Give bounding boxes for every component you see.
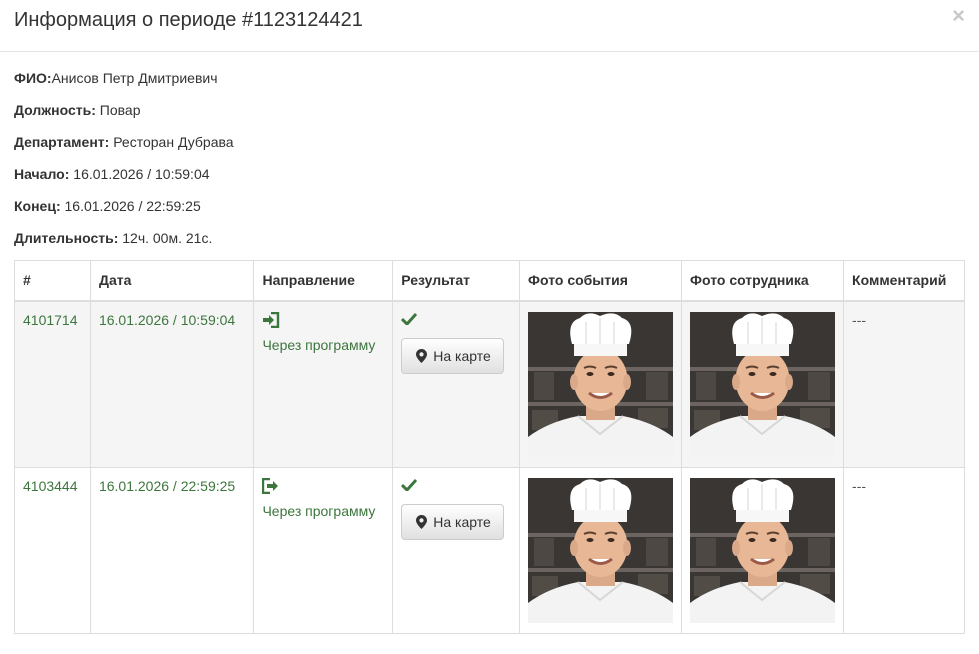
column-header-comment: Комментарий — [843, 260, 965, 302]
fio-row: ФИО:Анисов Петр Дмитриевич — [14, 70, 234, 102]
employee-photo[interactable] — [690, 312, 835, 457]
direction-cell: Через программу — [253, 300, 394, 468]
modal-title: Информация о периоде #1123124421 — [14, 9, 363, 31]
end-row: Конец: 16.01.2026 / 22:59:25 — [14, 198, 234, 230]
table-row: 4101714 16.01.2026 / 10:59:04 Через прог… — [14, 300, 965, 468]
event-id: 4103444 — [14, 466, 91, 634]
duration-label: Длительность: — [14, 230, 119, 246]
position-row: Должность: Повар — [14, 102, 234, 134]
column-header-direction: Направление — [253, 260, 394, 302]
start-value: 16.01.2026 / 10:59:04 — [73, 166, 210, 182]
result-cell: На карте — [392, 300, 521, 468]
column-header-event-photo: Фото события — [519, 260, 683, 302]
sign-in-icon — [262, 311, 384, 334]
close-icon[interactable]: × — [952, 5, 965, 27]
column-header-id: # — [14, 260, 91, 302]
checkmark-icon — [401, 312, 511, 330]
checkmark-icon — [401, 478, 511, 496]
fio-label: ФИО: — [14, 70, 52, 86]
column-header-result: Результат — [392, 260, 521, 302]
end-value: 16.01.2026 / 22:59:25 — [64, 198, 201, 214]
on-map-button[interactable]: На карте — [401, 337, 504, 374]
employee-photo-cell — [681, 466, 845, 634]
duration-row: Длительность: 12ч. 00м. 21с. — [14, 230, 234, 262]
event-date: 16.01.2026 / 10:59:04 — [89, 300, 255, 468]
table-row: 4103444 16.01.2026 / 22:59:25 Через прог… — [14, 466, 965, 634]
table-header-row: # Дата Направление Результат Фото событи… — [14, 260, 965, 302]
fio-value: Анисов Петр Дмитриевич — [51, 70, 218, 86]
on-map-button[interactable]: На карте — [401, 503, 504, 540]
result-cell: На карте — [392, 466, 521, 634]
on-map-button-label: На карте — [433, 513, 491, 530]
position-value: Повар — [99, 102, 141, 118]
event-date: 16.01.2026 / 22:59:25 — [89, 466, 255, 634]
events-table: # Дата Направление Результат Фото событи… — [14, 260, 965, 634]
direction-text: Через программу — [262, 502, 376, 519]
event-photo[interactable] — [528, 478, 673, 623]
event-comment: --- — [843, 466, 965, 634]
on-map-button-label: На карте — [433, 347, 491, 364]
sign-out-icon — [262, 477, 384, 500]
department-label: Департамент: — [14, 134, 110, 150]
start-label: Начало: — [14, 166, 70, 182]
column-header-employee-photo: Фото сотрудника — [681, 260, 845, 302]
event-comment: --- — [843, 300, 965, 468]
modal-header: Информация о периоде #1123124421 × — [0, 0, 979, 52]
period-info-modal: Информация о периоде #1123124421 × ФИО:А… — [0, 0, 979, 654]
employee-info: ФИО:Анисов Петр Дмитриевич Должность: По… — [14, 70, 234, 262]
event-photo-cell — [519, 466, 683, 634]
duration-value: 12ч. 00м. 21с. — [122, 230, 213, 246]
position-label: Должность: — [14, 102, 96, 118]
map-marker-icon — [416, 514, 428, 529]
direction-cell: Через программу — [253, 466, 394, 634]
employee-photo[interactable] — [690, 478, 835, 623]
event-photo-cell — [519, 300, 683, 468]
department-value: Ресторан Дубрава — [113, 134, 234, 150]
end-label: Конец: — [14, 198, 61, 214]
department-row: Департамент: Ресторан Дубрава — [14, 134, 234, 166]
direction-text: Через программу — [262, 336, 376, 353]
employee-photo-cell — [681, 300, 845, 468]
event-id: 4101714 — [14, 300, 91, 468]
start-row: Начало: 16.01.2026 / 10:59:04 — [14, 166, 234, 198]
map-marker-icon — [416, 348, 428, 363]
event-photo[interactable] — [528, 312, 673, 457]
column-header-date: Дата — [89, 260, 255, 302]
